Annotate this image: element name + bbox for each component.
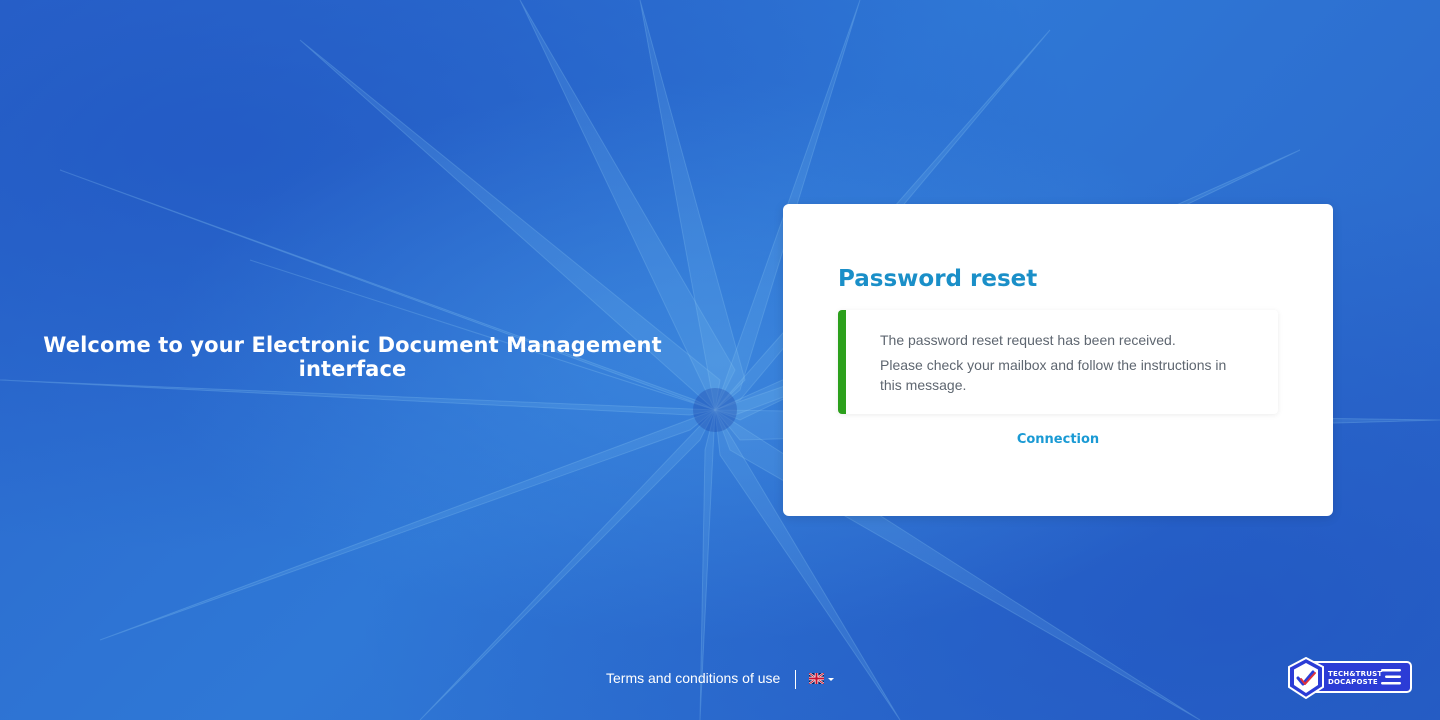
uk-flag-icon xyxy=(809,673,824,684)
language-selector[interactable] xyxy=(809,673,837,685)
chevron-down-icon xyxy=(828,678,834,681)
alert-message-line-1: The password reset request has been rece… xyxy=(880,332,1176,348)
card-title: Password reset xyxy=(838,266,1038,292)
tech-trust-badge[interactable]: TECH&TRUST DOCAPOSTE xyxy=(1286,657,1414,699)
shield-check-icon xyxy=(1288,657,1324,699)
welcome-line-2: interface xyxy=(298,357,407,381)
menu-lines-icon xyxy=(1381,669,1401,685)
terms-link[interactable]: Terms and conditions of use xyxy=(606,670,780,686)
badge-line-2: DOCAPOSTE xyxy=(1328,678,1378,686)
footer-divider xyxy=(795,670,796,689)
password-reset-card: Password reset The password reset reques… xyxy=(783,204,1333,516)
welcome-heading: Welcome to your Electronic Document Mana… xyxy=(40,333,665,381)
alert-message-line-2: Please check your mailbox and follow the… xyxy=(880,357,1227,393)
welcome-line-1: Welcome to your Electronic Document Mana… xyxy=(43,333,662,357)
success-alert: The password reset request has been rece… xyxy=(838,310,1278,414)
connection-link[interactable]: Connection xyxy=(783,432,1333,447)
badge-line-1: TECH&TRUST xyxy=(1328,670,1383,678)
